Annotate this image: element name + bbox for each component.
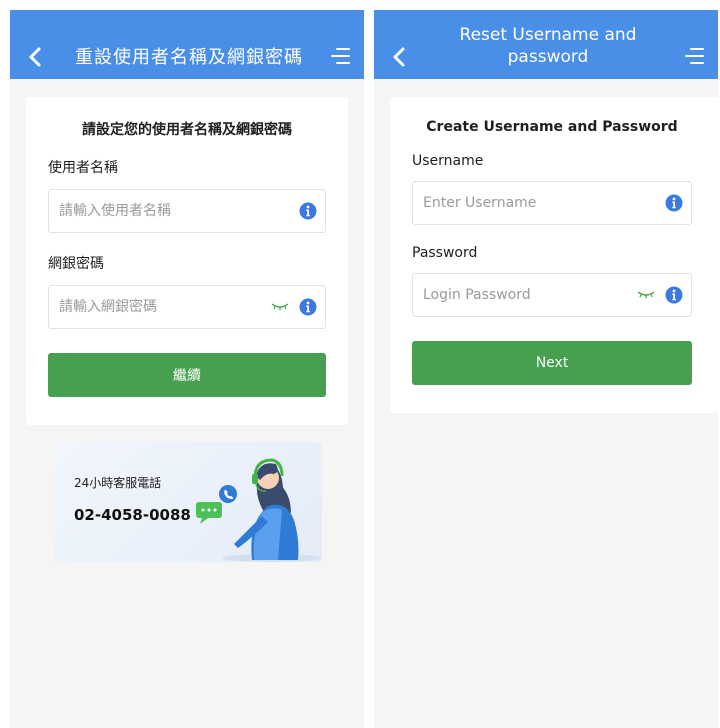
app-header: 重設使用者名稱及網銀密碼 <box>10 10 364 79</box>
screen-english: Reset Username and password Create Usern… <box>374 10 718 728</box>
back-button[interactable] <box>388 46 410 68</box>
support-phone-number[interactable]: 02-4058-0088 <box>74 506 191 524</box>
password-input[interactable] <box>421 286 637 304</box>
password-field <box>48 285 326 329</box>
info-icon[interactable] <box>665 286 683 304</box>
menu-button[interactable] <box>682 44 706 68</box>
info-icon[interactable] <box>299 298 317 316</box>
screen-chinese: 重設使用者名稱及網銀密碼 請設定您的使用者名稱及網銀密碼 使用者名稱 網銀密碼 <box>10 10 364 728</box>
eye-closed-icon[interactable] <box>271 302 289 312</box>
chevron-left-icon <box>29 47 41 67</box>
chevron-left-icon <box>393 47 405 67</box>
chat-bubble-icon <box>196 502 222 524</box>
username-input[interactable] <box>57 202 299 220</box>
password-label: 網銀密碼 <box>48 256 104 272</box>
next-button[interactable]: Next <box>412 341 692 385</box>
password-field <box>412 273 692 317</box>
credentials-form-card: 請設定您的使用者名稱及網銀密碼 使用者名稱 網銀密碼 <box>26 97 348 425</box>
username-input[interactable] <box>421 194 665 212</box>
page-title: Reset Username and password <box>459 25 637 67</box>
username-field <box>412 181 692 225</box>
customer-service-card[interactable]: 24小時客服電話 02-4058-0088 <box>54 442 322 562</box>
info-icon[interactable] <box>665 194 683 212</box>
phone-icon <box>219 485 237 503</box>
username-label: 使用者名稱 <box>48 160 118 176</box>
app-header: Reset Username and password <box>374 10 718 79</box>
page-title: 重設使用者名稱及網銀密碼 <box>75 47 303 68</box>
menu-button[interactable] <box>328 44 352 68</box>
eye-closed-icon[interactable] <box>637 290 655 300</box>
support-label: 24小時客服電話 <box>74 476 162 490</box>
password-label: Password <box>412 245 478 261</box>
headset-agent-illustration <box>196 458 322 562</box>
username-field <box>48 189 326 233</box>
form-title: Create Username and Password <box>426 119 678 135</box>
form-title: 請設定您的使用者名稱及網銀密碼 <box>82 122 292 138</box>
username-label: Username <box>412 153 484 169</box>
password-input[interactable] <box>57 298 271 316</box>
back-button[interactable] <box>24 46 46 68</box>
credentials-form-card: Create Username and Password Username Pa… <box>390 97 718 413</box>
info-icon[interactable] <box>299 202 317 220</box>
menu-icon <box>331 48 350 64</box>
continue-button[interactable]: 繼續 <box>48 353 326 397</box>
menu-icon <box>685 48 704 64</box>
